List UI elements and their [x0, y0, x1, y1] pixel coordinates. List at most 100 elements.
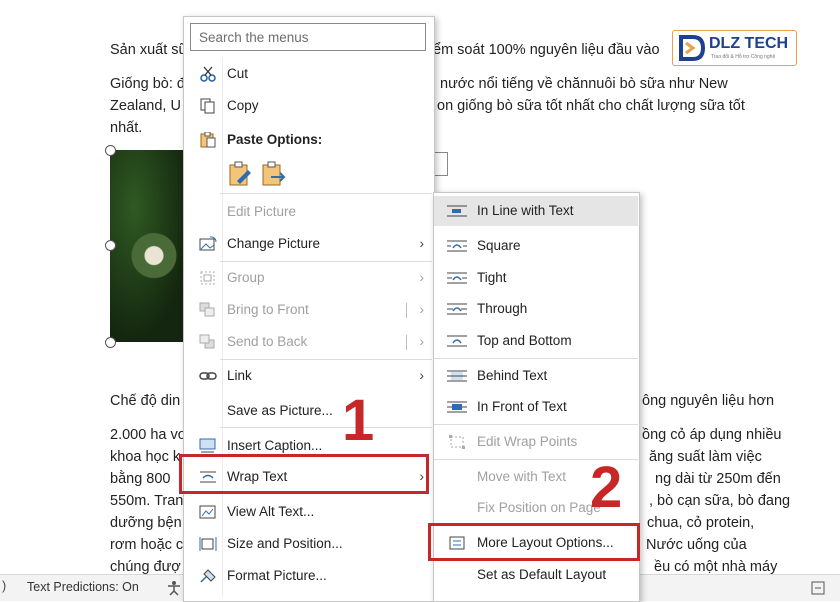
text-predictions-status[interactable]: Text Predictions: On	[27, 580, 139, 594]
doc-line: ểm soát 100% nguyên liệu đầu vào	[433, 42, 660, 58]
doc-line: ông nguyên liệu hơn	[642, 393, 775, 409]
doc-line: rơm hoặc c	[110, 537, 184, 553]
layout-options-icon[interactable]	[433, 152, 448, 176]
in-front-of-text-icon	[447, 401, 467, 413]
menu-item-label: Size and Position...	[227, 536, 343, 551]
logo-mark-icon	[679, 35, 706, 61]
submenu-item-label: Tight	[477, 270, 507, 285]
menu-item-copy[interactable]: Copy	[184, 91, 433, 121]
selected-picture[interactable]	[110, 150, 190, 342]
menu-item-bring-to-front[interactable]: Bring to Front ›	[184, 295, 433, 325]
doc-line: Giống bò: đ	[110, 76, 185, 92]
menu-item-link[interactable]: Link ›	[184, 361, 433, 391]
menu-item-label: Link	[227, 368, 252, 383]
submenu-item-in-line-with-text[interactable]: In Line with Text	[434, 196, 638, 226]
edit-wrap-points-icon	[449, 435, 465, 449]
menu-item-size-and-position[interactable]: Size and Position...	[184, 529, 433, 559]
chevron-right-icon: ›	[419, 367, 424, 383]
behind-text-icon	[447, 370, 467, 382]
doc-line: on giống bò sữa tốt nhất cho chất lượng …	[437, 98, 745, 114]
change-picture-icon	[199, 236, 217, 251]
menu-item-cut[interactable]: Cut	[184, 59, 433, 89]
menu-item-change-picture[interactable]: Change Picture ›	[184, 229, 433, 259]
focus-mode-icon[interactable]	[810, 580, 826, 596]
menu-item-label: View Alt Text...	[227, 504, 315, 519]
menu-item-save-as-picture[interactable]: Save as Picture...	[184, 396, 433, 426]
status-edge-glyph: )	[2, 579, 7, 593]
insert-caption-icon	[199, 438, 216, 453]
submenu-item-behind-text[interactable]: Behind Text	[434, 361, 638, 391]
logo-tagline: Trao đổi & Hỗ trợ Công nghệ	[711, 54, 776, 60]
callout-number-1: 1	[342, 388, 375, 453]
menu-separator	[220, 261, 432, 262]
submenu-item-top-and-bottom[interactable]: Top and Bottom	[434, 326, 638, 356]
submenu-separator	[434, 424, 638, 425]
menu-item-format-picture[interactable]: Format Picture...	[184, 561, 433, 591]
chevron-right-icon: ›	[419, 333, 424, 349]
menu-item-view-alt-text[interactable]: View Alt Text...	[184, 497, 433, 527]
doc-line: nhất.	[110, 120, 143, 136]
submenu-item-label: In Line with Text	[477, 203, 574, 218]
menu-item-edit-picture[interactable]: Edit Picture	[184, 197, 433, 227]
link-icon	[199, 372, 217, 380]
menu-item-label: Save as Picture...	[227, 403, 333, 418]
submenu-item-label: Square	[477, 238, 521, 253]
submenu-item-label: Set as Default Layout	[477, 567, 607, 582]
menu-item-label: Format Picture...	[227, 568, 327, 583]
split-divider	[406, 335, 407, 350]
doc-line: Zealand, U	[110, 98, 181, 114]
chevron-right-icon: ›	[419, 269, 424, 285]
chevron-right-icon: ›	[419, 235, 424, 251]
submenu-item-label: Top and Bottom	[477, 333, 572, 348]
in-line-icon	[447, 205, 467, 217]
context-menu: Cut Copy Paste Options: Edit Picture Cha…	[183, 16, 435, 602]
wrap-through-icon	[447, 303, 467, 315]
submenu-item-in-front-of-text[interactable]: In Front of Text	[434, 392, 638, 422]
wrap-square-icon	[447, 240, 467, 252]
submenu-item-edit-wrap-points[interactable]: Edit Wrap Points	[434, 427, 638, 457]
menu-item-label: Send to Back	[227, 334, 308, 349]
resize-handle[interactable]	[105, 145, 116, 156]
paste-picture-icon[interactable]	[260, 161, 286, 187]
doc-line: Nước uống của	[646, 537, 747, 553]
submenu-item-set-default-layout[interactable]: Set as Default Layout	[434, 560, 638, 590]
submenu-item-tight[interactable]: Tight	[434, 263, 638, 293]
accessibility-icon[interactable]	[166, 580, 182, 596]
resize-handle[interactable]	[105, 240, 116, 251]
menu-item-label: Edit Picture	[227, 204, 297, 219]
submenu-item-label: Through	[477, 301, 528, 316]
menu-separator	[220, 193, 432, 194]
menu-separator	[220, 427, 432, 428]
menu-item-label: Copy	[227, 98, 259, 113]
paste-options-label: Paste Options:	[227, 132, 323, 147]
doc-line: chua, cỏ protein,	[647, 515, 755, 531]
clipboard-icon	[200, 132, 216, 148]
menu-item-group[interactable]: Group ›	[184, 263, 433, 293]
doc-line: , bò cạn sữa, bò đang	[649, 493, 791, 509]
submenu-item-through[interactable]: Through	[434, 294, 638, 324]
paste-keep-formatting-icon[interactable]	[227, 161, 253, 187]
submenu-item-label: Fix Position on Page	[477, 500, 601, 515]
submenu-item-label: Edit Wrap Points	[477, 434, 578, 449]
doc-line: 550m. Tran	[110, 493, 184, 509]
doc-line: khoa học k	[110, 449, 181, 465]
bring-to-front-icon	[199, 302, 215, 317]
group-icon	[200, 271, 215, 285]
callout-number-2: 2	[590, 455, 623, 520]
copy-icon	[200, 98, 215, 114]
resize-handle[interactable]	[105, 337, 116, 348]
split-divider	[406, 303, 407, 318]
submenu-item-label: In Front of Text	[477, 399, 567, 414]
submenu-item-label: Behind Text	[477, 368, 548, 383]
menu-item-send-to-back[interactable]: Send to Back ›	[184, 327, 433, 357]
menu-item-label: Insert Caption...	[227, 438, 323, 453]
menu-item-label: Change Picture	[227, 236, 321, 251]
menu-separator	[220, 359, 432, 360]
menu-item-label: Cut	[227, 66, 249, 81]
doc-line: 2.000 ha vơ	[110, 427, 188, 443]
doc-line: Chế độ din	[110, 393, 181, 409]
format-picture-icon	[200, 569, 216, 583]
scissors-icon	[200, 66, 216, 82]
search-menus-input[interactable]	[190, 23, 426, 51]
submenu-item-square[interactable]: Square	[434, 231, 638, 261]
